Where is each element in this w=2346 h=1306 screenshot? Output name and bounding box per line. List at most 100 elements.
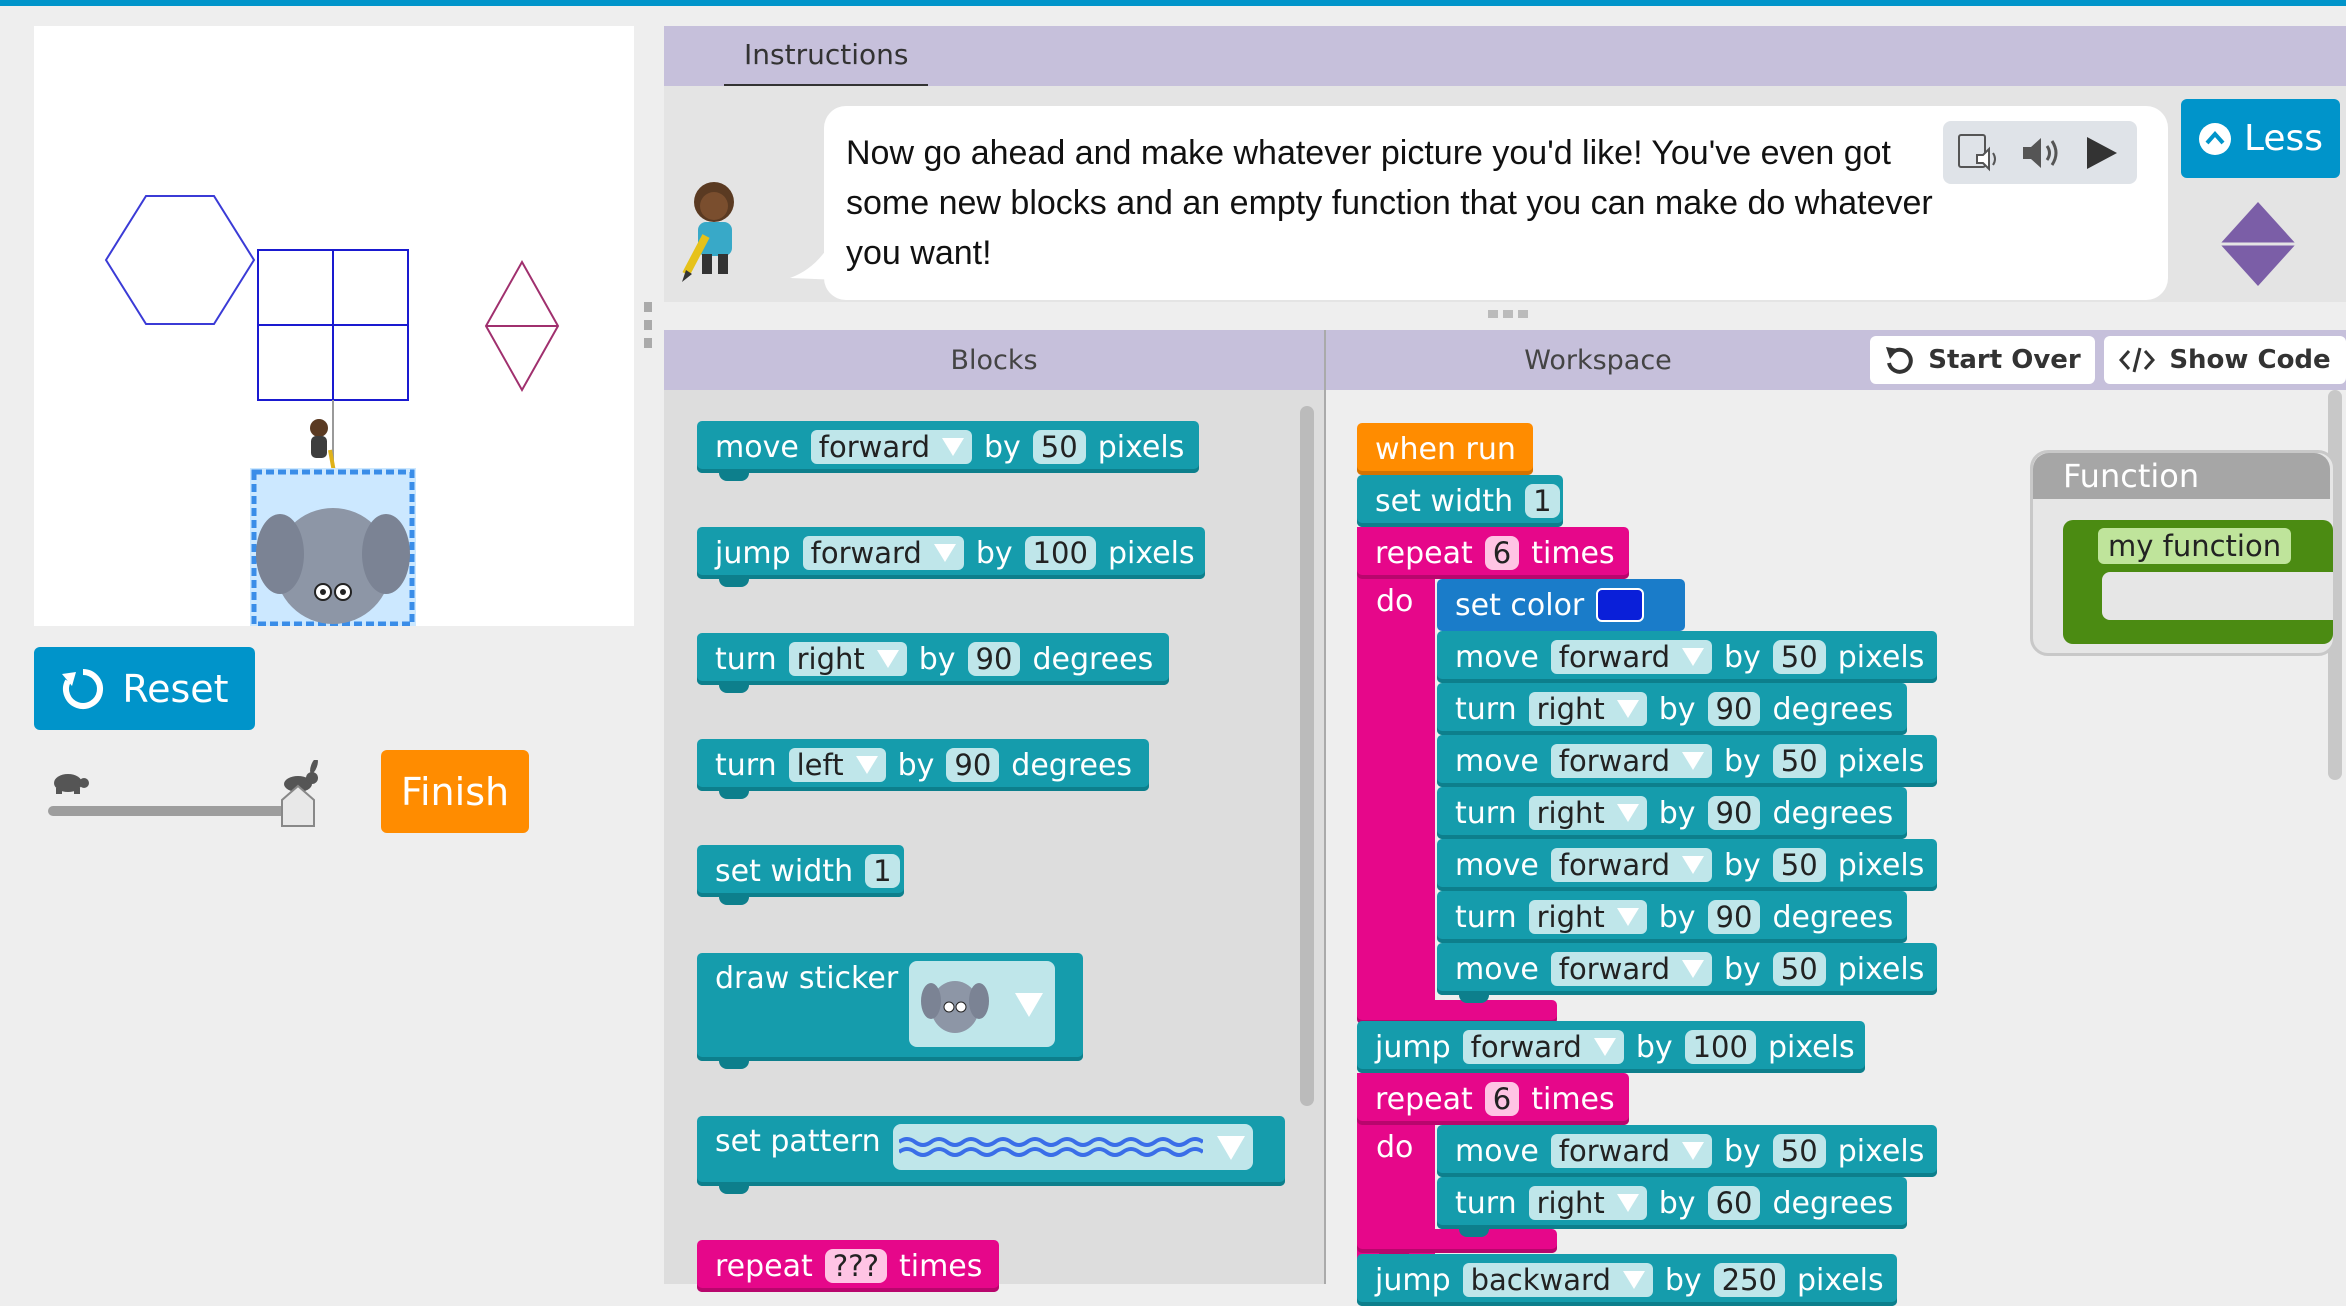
number-field[interactable]: 60	[1707, 1186, 1761, 1220]
toolbox-scrollbar[interactable]	[1300, 406, 1314, 1106]
toolbox-set-width-block[interactable]: set width 1	[697, 845, 904, 905]
function-flyout-title: Function	[2033, 453, 2330, 499]
direction-dropdown[interactable]: left	[788, 748, 886, 782]
move-block[interactable]: move forward by 50 pixels	[1437, 631, 1937, 691]
move-block[interactable]: move forward by 50 pixels	[1437, 839, 1937, 899]
color-swatch[interactable]	[1596, 588, 1645, 622]
number-field[interactable]: 50	[1772, 848, 1826, 882]
dropdown-value: backward	[1470, 1263, 1611, 1297]
direction-dropdown[interactable]: forward	[1550, 1134, 1712, 1168]
direction-dropdown[interactable]: forward	[810, 430, 972, 464]
move-block[interactable]: move forward by 50 pixels	[1437, 1125, 1937, 1185]
tab-instructions[interactable]: Instructions	[724, 36, 929, 87]
number-field[interactable]: 250	[1713, 1263, 1786, 1297]
direction-dropdown[interactable]: forward	[1550, 848, 1712, 882]
drawn-hexagon	[104, 195, 256, 325]
direction-dropdown[interactable]: forward	[1550, 952, 1712, 986]
direction-dropdown[interactable]: right	[788, 642, 907, 676]
toolbox-turn-right-block[interactable]: turn right by 90 degrees	[697, 633, 1169, 693]
show-code-button[interactable]: Show Code	[2104, 336, 2346, 384]
direction-dropdown[interactable]: right	[1528, 692, 1647, 726]
my-function-label[interactable]: my function	[2098, 528, 2292, 564]
toolbox-turn-left-block[interactable]: turn left by 90 degrees	[697, 739, 1149, 799]
block-keyword: by	[897, 747, 935, 783]
reset-label: Reset	[122, 666, 229, 711]
number-field[interactable]: 50	[1032, 430, 1086, 464]
toolbox-repeat-block[interactable]: repeat ??? times	[697, 1240, 999, 1292]
number-field[interactable]: 6	[1484, 1082, 1520, 1116]
number-field[interactable]: 90	[1707, 692, 1761, 726]
start-over-button[interactable]: Start Over	[1870, 336, 2095, 384]
direction-dropdown[interactable]: forward	[1550, 640, 1712, 674]
number-field[interactable]: 100	[1024, 536, 1096, 570]
block-keyword: by	[1723, 743, 1761, 779]
number-field[interactable]: 6	[1484, 536, 1520, 570]
play-icon[interactable]	[2085, 135, 2119, 171]
number-field[interactable]: 50	[1772, 1134, 1826, 1168]
direction-dropdown[interactable]: right	[1528, 1186, 1647, 1220]
block-keyword: by	[1635, 1029, 1673, 1065]
number-field[interactable]: 50	[1772, 744, 1826, 778]
vertical-resize-handle-icon[interactable]	[642, 302, 654, 350]
direction-dropdown[interactable]: forward	[1462, 1030, 1624, 1064]
dropdown-arrow-icon	[1616, 908, 1639, 926]
repeat-block[interactable]: repeat 6 times	[1357, 527, 1629, 579]
number-field[interactable]: 100	[1684, 1030, 1756, 1064]
turn-block[interactable]: turn right by 90 degrees	[1437, 891, 1907, 951]
block-keyword: by	[1658, 899, 1696, 935]
direction-dropdown[interactable]: forward	[1550, 744, 1712, 778]
turn-block[interactable]: turn right by 90 degrees	[1437, 787, 1907, 847]
number-field[interactable]: 50	[1772, 640, 1826, 674]
jump-block[interactable]: jump forward by 100 pixels	[1357, 1021, 1865, 1081]
volume-icon[interactable]	[2021, 135, 2063, 171]
block-keyword: pixels	[1767, 1029, 1855, 1065]
toolbox-move-block[interactable]: move forward by 50 pixels	[697, 421, 1199, 481]
dropdown-arrow-icon	[1616, 700, 1639, 718]
number-field[interactable]: 1	[865, 854, 900, 888]
number-field[interactable]: 90	[967, 642, 1021, 676]
finish-button[interactable]: Finish	[381, 750, 529, 833]
turn-block[interactable]: turn right by 60 degrees	[1437, 1177, 1907, 1237]
toolbox-set-pattern-block[interactable]: set pattern	[697, 1116, 1285, 1194]
block-keyword: degrees	[1772, 691, 1894, 727]
move-block[interactable]: move forward by 50 pixels	[1437, 735, 1937, 795]
turn-block[interactable]: turn right by 90 degrees	[1437, 683, 1907, 743]
direction-dropdown[interactable]: forward	[802, 536, 964, 570]
set-width-block[interactable]: set width 1	[1357, 475, 1563, 535]
repeat-block-2[interactable]: repeat 6 times	[1357, 1073, 1629, 1125]
less-button[interactable]: Less	[2181, 99, 2340, 178]
set-color-block[interactable]: set color	[1437, 579, 1685, 631]
direction-dropdown[interactable]: right	[1528, 796, 1647, 830]
undo-icon	[1886, 347, 1913, 374]
collapse-instructions-icon[interactable]	[2218, 200, 2298, 288]
block-keyword: by	[1723, 639, 1761, 675]
direction-dropdown[interactable]: right	[1528, 900, 1647, 934]
resize-handle-icon[interactable]	[1488, 308, 1528, 318]
pattern-dropdown[interactable]	[893, 1124, 1253, 1170]
direction-dropdown[interactable]: backward	[1462, 1263, 1653, 1297]
number-field[interactable]: 50	[1772, 952, 1826, 986]
block-keyword: set width	[715, 853, 854, 889]
block-keyword: jump	[715, 535, 791, 571]
block-keyword: turn	[1455, 691, 1517, 727]
speed-slider-track[interactable]	[48, 806, 300, 816]
number-field[interactable]: 90	[1707, 796, 1761, 830]
show-code-label: Show Code	[2169, 345, 2331, 375]
canvas-drawing	[104, 195, 560, 626]
toolbox-draw-sticker-block[interactable]: draw sticker	[697, 953, 1083, 1069]
text-to-speech-icon[interactable]	[1957, 133, 2001, 173]
when-run-block[interactable]: when run	[1357, 423, 1533, 483]
block-keyword: when run	[1375, 431, 1516, 467]
sticker-dropdown[interactable]	[909, 961, 1055, 1047]
number-field[interactable]: ???	[824, 1249, 887, 1283]
move-block[interactable]: move forward by 50 pixels	[1437, 943, 1937, 1003]
speed-slider-handle[interactable]	[280, 784, 316, 828]
number-field[interactable]: 90	[946, 748, 1000, 782]
number-field[interactable]: 1	[1525, 484, 1560, 518]
reset-button[interactable]: Reset	[34, 647, 255, 730]
jump-backward-block[interactable]: jump backward by 250 pixels	[1357, 1254, 1897, 1306]
my-function-slot	[2102, 572, 2333, 620]
dropdown-arrow-icon	[1681, 1142, 1704, 1160]
number-field[interactable]: 90	[1707, 900, 1761, 934]
toolbox-jump-block[interactable]: jump forward by 100 pixels	[697, 527, 1205, 587]
